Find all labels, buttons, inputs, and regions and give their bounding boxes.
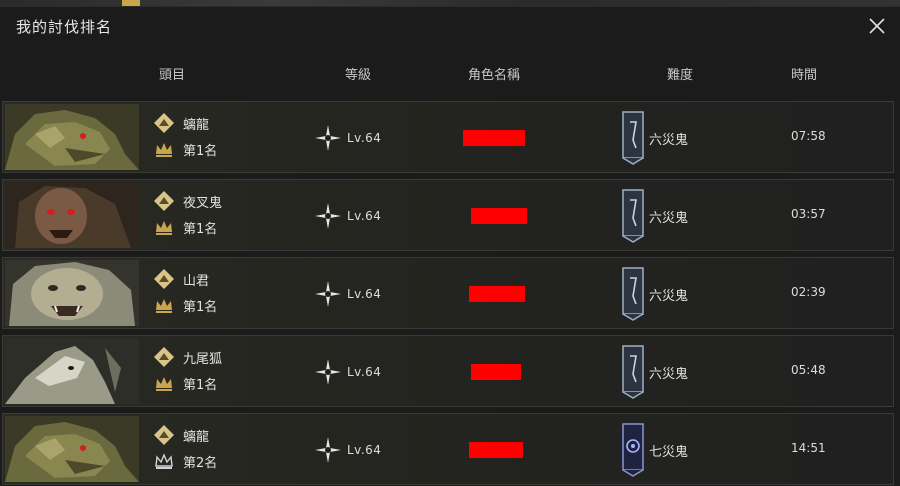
crown-gold-icon [153,216,175,238]
column-time: 時間 [790,68,818,83]
clear-time: 03:57 [791,207,826,221]
rank-label: 第2名 [183,455,218,471]
boss-name: 山君 [183,273,210,289]
level-value: Lv.64 [347,131,382,145]
banner-seven-icon [621,422,645,478]
difficulty-cell: 六災鬼 [621,344,741,400]
difficulty-cell: 六災鬼 [621,266,741,322]
difficulty-cell: 七災鬼 [621,422,741,478]
yaksha-portrait [5,182,139,248]
difficulty-label: 七災鬼 [649,444,689,460]
clear-time: 05:48 [791,363,826,377]
column-character-name: 角色名稱 [467,68,521,83]
character-name-redacted [471,208,527,224]
boss-name: 夜叉鬼 [183,195,223,211]
difficulty-label: 六災鬼 [649,288,689,304]
column-difficulty: 難度 [666,68,694,83]
character-name-redacted [469,442,523,458]
banner-six-icon [621,110,645,166]
boss-emblem-icon [153,424,175,446]
difficulty-cell: 六災鬼 [621,110,741,166]
difficulty-label: 六災鬼 [649,210,689,226]
boss-name: 螭龍 [183,429,210,445]
crown-gold-icon [153,138,175,160]
level-value: Lv.64 [347,209,382,223]
difficulty-label: 六災鬼 [649,366,689,382]
boss-cell: 夜叉鬼 第1名 [153,188,313,244]
character-name-redacted [469,286,525,302]
level-value: Lv.64 [347,365,382,379]
difficulty-cell: 六災鬼 [621,188,741,244]
level-cell: Lv.64 [313,124,423,152]
rank-label: 第1名 [183,299,218,315]
crossed-weapons-icon [313,279,343,309]
ranking-panel: 我的討伐排名 頭目 等級 角色名稱 難度 時間 螭龍 第1名 Lv.64 六災鬼… [0,6,900,486]
rank-label: 第1名 [183,377,218,393]
table-row: 九尾狐 第1名 Lv.64 六災鬼 05:48 [2,335,894,407]
title-bar: 我的討伐排名 [0,7,900,45]
table-row: 山君 第1名 Lv.64 六災鬼 02:39 [2,257,894,329]
character-name-redacted [471,364,521,380]
crown-gold-icon [153,372,175,394]
rank-label: 第1名 [183,143,218,159]
fox-portrait [5,338,139,404]
close-icon [869,18,885,34]
boss-cell: 山君 第1名 [153,266,313,322]
boss-name: 九尾狐 [183,351,223,367]
clear-time: 14:51 [791,441,826,455]
crossed-weapons-icon [313,357,343,387]
level-value: Lv.64 [347,287,382,301]
character-name-redacted [463,130,525,146]
boss-emblem-icon [153,112,175,134]
clear-time: 02:39 [791,285,826,299]
level-cell: Lv.64 [313,280,423,308]
table-row: 夜叉鬼 第1名 Lv.64 六災鬼 03:57 [2,179,894,251]
table-row: 螭龍 第1名 Lv.64 六災鬼 07:58 [2,101,894,173]
window-title: 我的討伐排名 [16,17,113,36]
crossed-weapons-icon [313,123,343,153]
table-row: 螭龍 第2名 Lv.64 七災鬼 14:51 [2,413,894,485]
banner-six-icon [621,266,645,322]
column-boss: 頭目 [158,68,186,83]
boss-emblem-icon [153,190,175,212]
ranking-list: 螭龍 第1名 Lv.64 六災鬼 07:58 夜叉鬼 第1名 Lv.64 六災鬼… [2,101,894,486]
crown-gold-icon [153,294,175,316]
boss-cell: 螭龍 第1名 [153,110,313,166]
crossed-weapons-icon [313,201,343,231]
clear-time: 07:58 [791,129,826,143]
boss-cell: 螭龍 第2名 [153,422,313,478]
banner-six-icon [621,344,645,400]
close-button[interactable] [864,13,890,39]
crossed-weapons-icon [313,435,343,465]
table-header: 頭目 等級 角色名稱 難度 時間 [0,55,900,91]
level-cell: Lv.64 [313,436,423,464]
column-level: 等級 [344,68,372,83]
level-cell: Lv.64 [313,202,423,230]
boss-cell: 九尾狐 第1名 [153,344,313,400]
boss-emblem-icon [153,346,175,368]
boss-emblem-icon [153,268,175,290]
boss-name: 螭龍 [183,117,210,133]
dragon-portrait [5,104,139,170]
level-cell: Lv.64 [313,358,423,386]
banner-six-icon [621,188,645,244]
difficulty-label: 六災鬼 [649,132,689,148]
level-value: Lv.64 [347,443,382,457]
dragon-portrait [5,416,139,482]
crown-silver-icon [153,450,175,472]
tiger-portrait [5,260,139,326]
rank-label: 第1名 [183,221,218,237]
